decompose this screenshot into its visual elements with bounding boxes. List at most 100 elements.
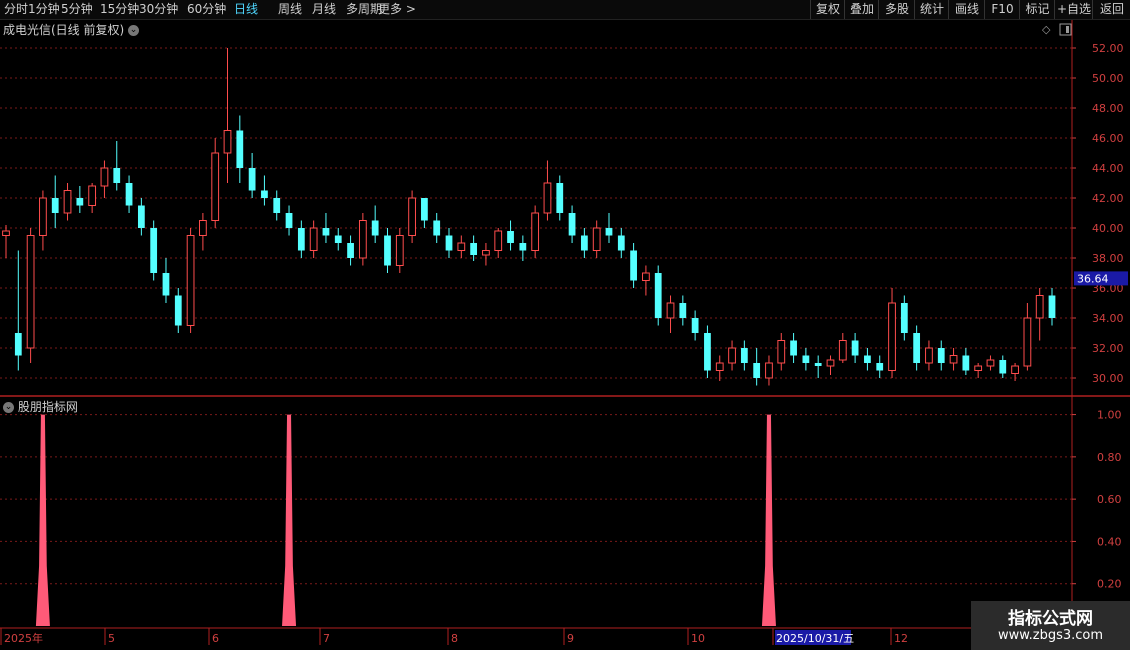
candle-body <box>704 333 711 371</box>
candle-body <box>371 220 379 236</box>
y-tick-label: 46.00 <box>1092 132 1124 145</box>
candle-body <box>1035 295 1044 319</box>
candle-body <box>986 359 995 367</box>
candle-body <box>888 302 896 371</box>
candle-body <box>999 360 1007 374</box>
candle-body <box>26 235 35 349</box>
candle-body <box>199 220 207 236</box>
candle-body <box>39 197 47 236</box>
candle-body <box>494 230 503 251</box>
diamond-icon[interactable]: ◇ <box>1042 23 1051 36</box>
candle-body <box>358 220 367 259</box>
price-tag-label: 36.64 <box>1077 272 1109 285</box>
candle-body <box>174 295 182 326</box>
indicator-spike <box>282 414 297 626</box>
date-label: 9 <box>567 632 574 645</box>
candle-body <box>63 190 72 214</box>
candle-body <box>2 230 10 236</box>
date-label: 7 <box>323 632 330 645</box>
y-tick-label: 42.00 <box>1092 192 1124 205</box>
candle-body <box>395 235 404 266</box>
candle-body <box>605 228 613 236</box>
date-label: 6 <box>212 632 219 645</box>
y-tick-label: 44.00 <box>1092 162 1124 175</box>
y-tick-label: 0.20 <box>1097 578 1122 591</box>
candle-body <box>384 235 391 266</box>
watermark: 指标公式网 www.zbgs3.com <box>971 601 1130 650</box>
candle-body <box>1023 317 1032 367</box>
y-tick-label: 0.40 <box>1097 535 1122 548</box>
candle-body <box>100 167 109 187</box>
candle-body <box>728 347 736 364</box>
candle-body <box>937 348 945 363</box>
candle-body <box>285 213 293 228</box>
candle-body <box>617 235 625 251</box>
date-label: 5 <box>108 632 115 645</box>
candle-body <box>691 318 699 333</box>
y-tick-label: 34.00 <box>1092 312 1124 325</box>
y-tick-label: 1.00 <box>1097 409 1122 422</box>
candle-body <box>802 355 810 363</box>
candle-body <box>666 302 675 319</box>
y-tick-label: 50.00 <box>1092 72 1124 85</box>
candle-body <box>949 355 958 364</box>
y-tick-label: 0.80 <box>1097 451 1122 464</box>
candle-body <box>765 362 773 379</box>
candle-body <box>76 198 84 206</box>
candle-body <box>261 190 268 198</box>
candle-body <box>753 363 761 378</box>
date-label: 8 <box>451 632 458 645</box>
candle-body <box>14 333 22 356</box>
watermark-url: www.zbgs3.com <box>997 628 1104 643</box>
candle-body <box>433 220 441 236</box>
candle-body <box>1011 365 1019 374</box>
candle-body <box>113 168 121 183</box>
candle-body <box>334 235 342 243</box>
y-tick-label: 30.00 <box>1092 372 1124 385</box>
y-tick-label: 48.00 <box>1092 102 1124 115</box>
candle-body <box>297 228 305 251</box>
indicator-spike <box>761 414 776 626</box>
candle-body <box>679 303 687 318</box>
y-tick-label: 38.00 <box>1092 252 1124 265</box>
candle-body <box>1048 295 1056 318</box>
candle-body <box>248 168 256 191</box>
candle-body <box>543 182 552 214</box>
candle-body <box>592 227 601 251</box>
candle-body <box>851 340 859 356</box>
candle-body <box>309 227 318 251</box>
candle-body <box>211 152 220 221</box>
price-chart[interactable]: 52.00 50.00 48.00 46.00 44.00 42.00 40.00 38.00… <box>0 0 1130 650</box>
candle-body <box>974 365 983 371</box>
candle-body <box>715 362 724 371</box>
candle-body <box>125 183 133 206</box>
candle-body <box>925 347 933 364</box>
candle-body <box>507 231 514 243</box>
candle-body <box>51 198 59 213</box>
date-label: 12 <box>894 632 908 645</box>
date-label: 2025年 <box>4 631 43 645</box>
candle-body <box>150 228 158 273</box>
panel-toggle-icon[interactable] <box>1059 23 1072 36</box>
y-tick-label: 52.00 <box>1092 42 1124 55</box>
watermark-title: 指标公式网 <box>1008 609 1093 629</box>
candle-body <box>838 340 847 361</box>
candle-body <box>273 198 281 213</box>
candle-body <box>777 340 786 364</box>
date-label: 10 <box>691 632 705 645</box>
candle-body <box>630 250 637 281</box>
date-label: 2025/10/31/五 <box>776 632 854 645</box>
candle-body <box>740 348 748 363</box>
candle-body <box>162 273 170 296</box>
candle-body <box>223 130 232 154</box>
candle-body <box>531 212 540 251</box>
candle-body <box>580 235 588 251</box>
candle-body <box>137 205 145 228</box>
candle-body <box>88 185 97 206</box>
candle-body <box>642 272 650 281</box>
candle-body <box>445 235 453 251</box>
candle-body <box>470 243 478 255</box>
candle-body <box>421 198 428 221</box>
candle-body <box>482 250 490 256</box>
candle-body <box>654 273 662 318</box>
